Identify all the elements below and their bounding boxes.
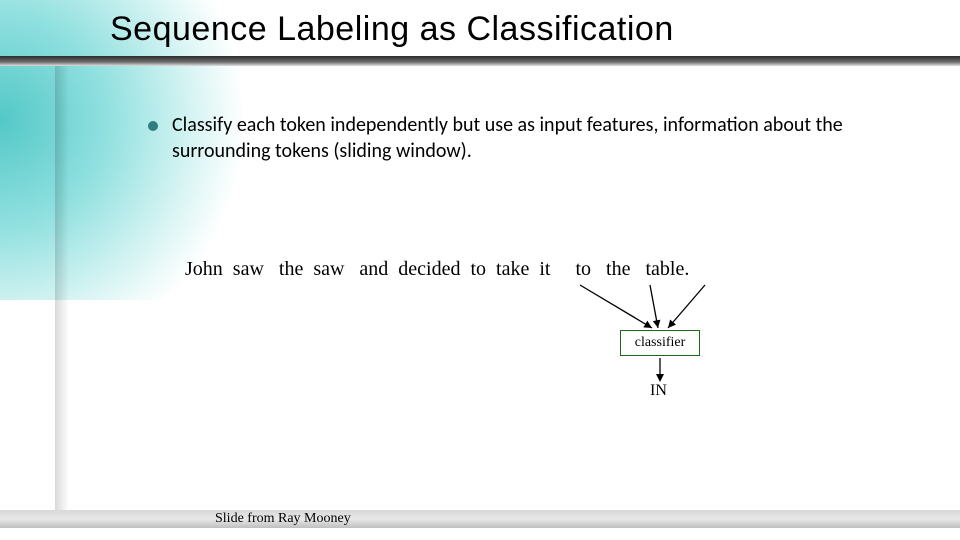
- classifier-box: classifier: [620, 330, 700, 356]
- left-shadow-rail: [55, 66, 75, 511]
- bullet-icon: [148, 121, 158, 131]
- bullet-text: Classify each token independently but us…: [172, 112, 908, 164]
- classifier-label: classifier: [635, 335, 686, 351]
- example-sentence: John saw the saw and decided to take it …: [185, 258, 689, 281]
- output-arrow: [656, 358, 664, 382]
- title-underline-bar: [0, 56, 960, 66]
- bullet-item: Classify each token independently but us…: [148, 112, 908, 164]
- input-arrows: [560, 282, 740, 332]
- page-title: Sequence Labeling as Classification: [110, 10, 674, 49]
- footer-attribution: Slide from Ray Mooney: [215, 511, 351, 527]
- output-tag: IN: [650, 382, 667, 400]
- footer-bar: [0, 510, 960, 528]
